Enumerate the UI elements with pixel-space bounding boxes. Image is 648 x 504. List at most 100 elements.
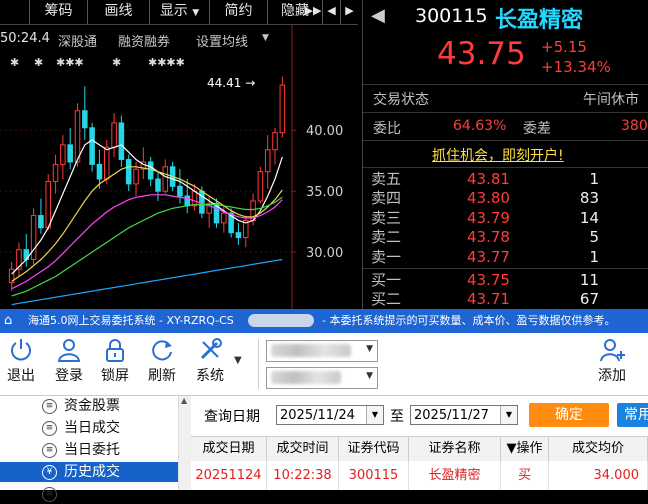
toolbar-display-label: 显示 [159,3,188,19]
column-header[interactable]: 证券名称 [409,437,501,461]
candle-body [162,166,169,192]
y-tick-label: 40.00 [306,124,343,139]
bid-row[interactable]: 买二 43.71 67 [363,290,648,309]
tree-item-label: 资金股票 [64,398,120,414]
candle [67,127,73,170]
weibi-value: 64.63% [453,118,507,134]
chevron-down-icon[interactable]: ▼ [234,355,242,366]
add-user-icon [600,339,625,362]
login-button[interactable]: 登录 [48,333,90,395]
candle-body [133,168,139,185]
table-cell: 10:22:38 [267,461,339,490]
bid-row[interactable]: 买一 43.75 11 [363,271,648,290]
nav-arrow-icon[interactable]: ◀ [371,5,385,26]
ma-line [11,166,283,282]
client-toolbar: 退出 登录 锁屏 刷新 系统 ▼ ▼ ▼ 添加 [0,333,648,396]
table-row[interactable]: 20251124 10:22:38 300115 长盈精密买 34.000 [191,461,648,490]
column-header[interactable]: 证券代码 [339,437,409,461]
lock-icon [106,339,124,362]
list-icon: ≡ [42,443,57,458]
event-marker[interactable]: ✱ [10,56,19,69]
tree-item-label: 当日委托 [64,442,120,458]
tree-item-label: 历史成交 [64,464,120,480]
tab-margin-trading[interactable]: 融资融券 [118,31,170,50]
candle [177,169,183,204]
candle [242,215,249,248]
confirm-button[interactable]: 确定 [529,403,609,427]
candle [235,222,242,245]
end-date-value: 2025/11/27 [414,408,489,423]
order-price: 43.77 [467,247,510,266]
to-label: 至 [390,409,404,425]
divider [363,167,648,168]
tree-item-next[interactable]: ≡ [0,484,178,504]
ask-row[interactable]: 卖一 43.77 1 [363,248,648,267]
chevron-up-icon[interactable]: ▲ [181,396,187,405]
candle [30,208,37,265]
divider [363,112,648,113]
tree-item-funds-stocks[interactable]: ≡ 资金股票 [0,396,178,416]
chevron-down-icon[interactable]: ▼ [262,33,269,43]
event-marker[interactable]: ✱ [34,56,43,69]
event-marker[interactable]: ✱✱✱ [56,56,84,69]
ask-row[interactable]: 卖四 43.80 83 [363,189,648,208]
order-level-label: 卖四 [371,189,402,208]
more-arrow-icon[interactable]: ▶▶ [304,0,322,24]
next-arrow-icon[interactable]: ▶ [340,0,358,24]
divider [258,339,259,389]
tree-item-history-deals[interactable]: ¥ 历史成交 [0,462,178,482]
lock-screen-button[interactable]: 锁屏 [94,333,136,395]
yen-icon: ¥ [42,465,57,480]
common-button[interactable]: 常用 [617,403,648,427]
ask-row[interactable]: 卖五 43.81 1 [363,170,648,189]
toolbar-chips-button[interactable]: 筹码 [30,0,88,24]
column-header[interactable]: 成交日期 [191,437,267,461]
event-marker[interactable]: ✱✱✱✱ [148,56,185,69]
toolbar-display-button[interactable]: 显示 ▼ [150,0,210,24]
order-level-label: 买二 [371,290,402,309]
divider [363,267,648,269]
prev-arrow-icon[interactable]: ◀ [322,0,340,24]
event-marker-row: ✱ ✱ ✱✱✱ ✱ ✱✱✱✱ [0,56,260,72]
column-header[interactable]: ▼操作 [501,437,549,461]
price-change-pct: +13.34% [541,58,611,76]
refresh-button[interactable]: 刷新 [140,333,184,395]
table-cell: 34.000 [549,461,648,490]
candle-body [147,161,154,180]
candle-body [257,171,264,202]
order-level-label: 卖一 [371,247,402,266]
shareholder-select[interactable]: ▼ [266,367,378,389]
candle-body [52,163,59,182]
tab-shenzhen-connect[interactable]: 深股通 [58,31,97,50]
order-price: 43.80 [467,189,510,208]
tree-scrollbar[interactable]: ▲ [178,396,191,490]
toolbar-draw-button[interactable]: 画线 [88,0,150,24]
start-date-picker[interactable]: 2025/11/24 ▼ [276,405,384,425]
candle-body [30,215,37,260]
order-volume: 5 [589,228,599,247]
column-header[interactable]: 成交时间 [267,437,339,461]
open-account-link[interactable]: 抓住机会，即刻开户! [432,145,564,165]
candle [147,157,154,187]
list-icon: ≡ [42,399,57,414]
candle [118,115,125,167]
order-price: 43.75 [467,271,510,289]
price-change: +5.15 [541,38,587,56]
system-button[interactable]: 系统 [190,333,230,395]
ask-row[interactable]: 卖三 43.79 14 [363,209,648,228]
candle [8,261,15,292]
column-header[interactable]: 成交均价 [549,437,648,461]
event-marker[interactable]: ✱ [112,56,121,69]
exit-button[interactable]: 退出 [0,333,42,395]
home-icon[interactable]: ⌂ [4,309,12,333]
ask-row[interactable]: 卖二 43.78 5 [363,228,648,247]
tree-item-today-orders[interactable]: ≡ 当日委托 [0,440,178,460]
account-select[interactable]: ▼ [266,340,378,362]
tab-set-ma[interactable]: 设置均线 [196,31,248,50]
end-date-picker[interactable]: 2025/11/27 ▼ [410,405,518,425]
add-button[interactable]: 添加 [590,333,634,395]
candle-body [184,195,191,207]
table-cell: 长盈精密 [409,461,501,490]
tree-item-today-deals[interactable]: ≡ 当日成交 [0,418,178,438]
toolbar-simple-button[interactable]: 简约 [210,0,268,24]
